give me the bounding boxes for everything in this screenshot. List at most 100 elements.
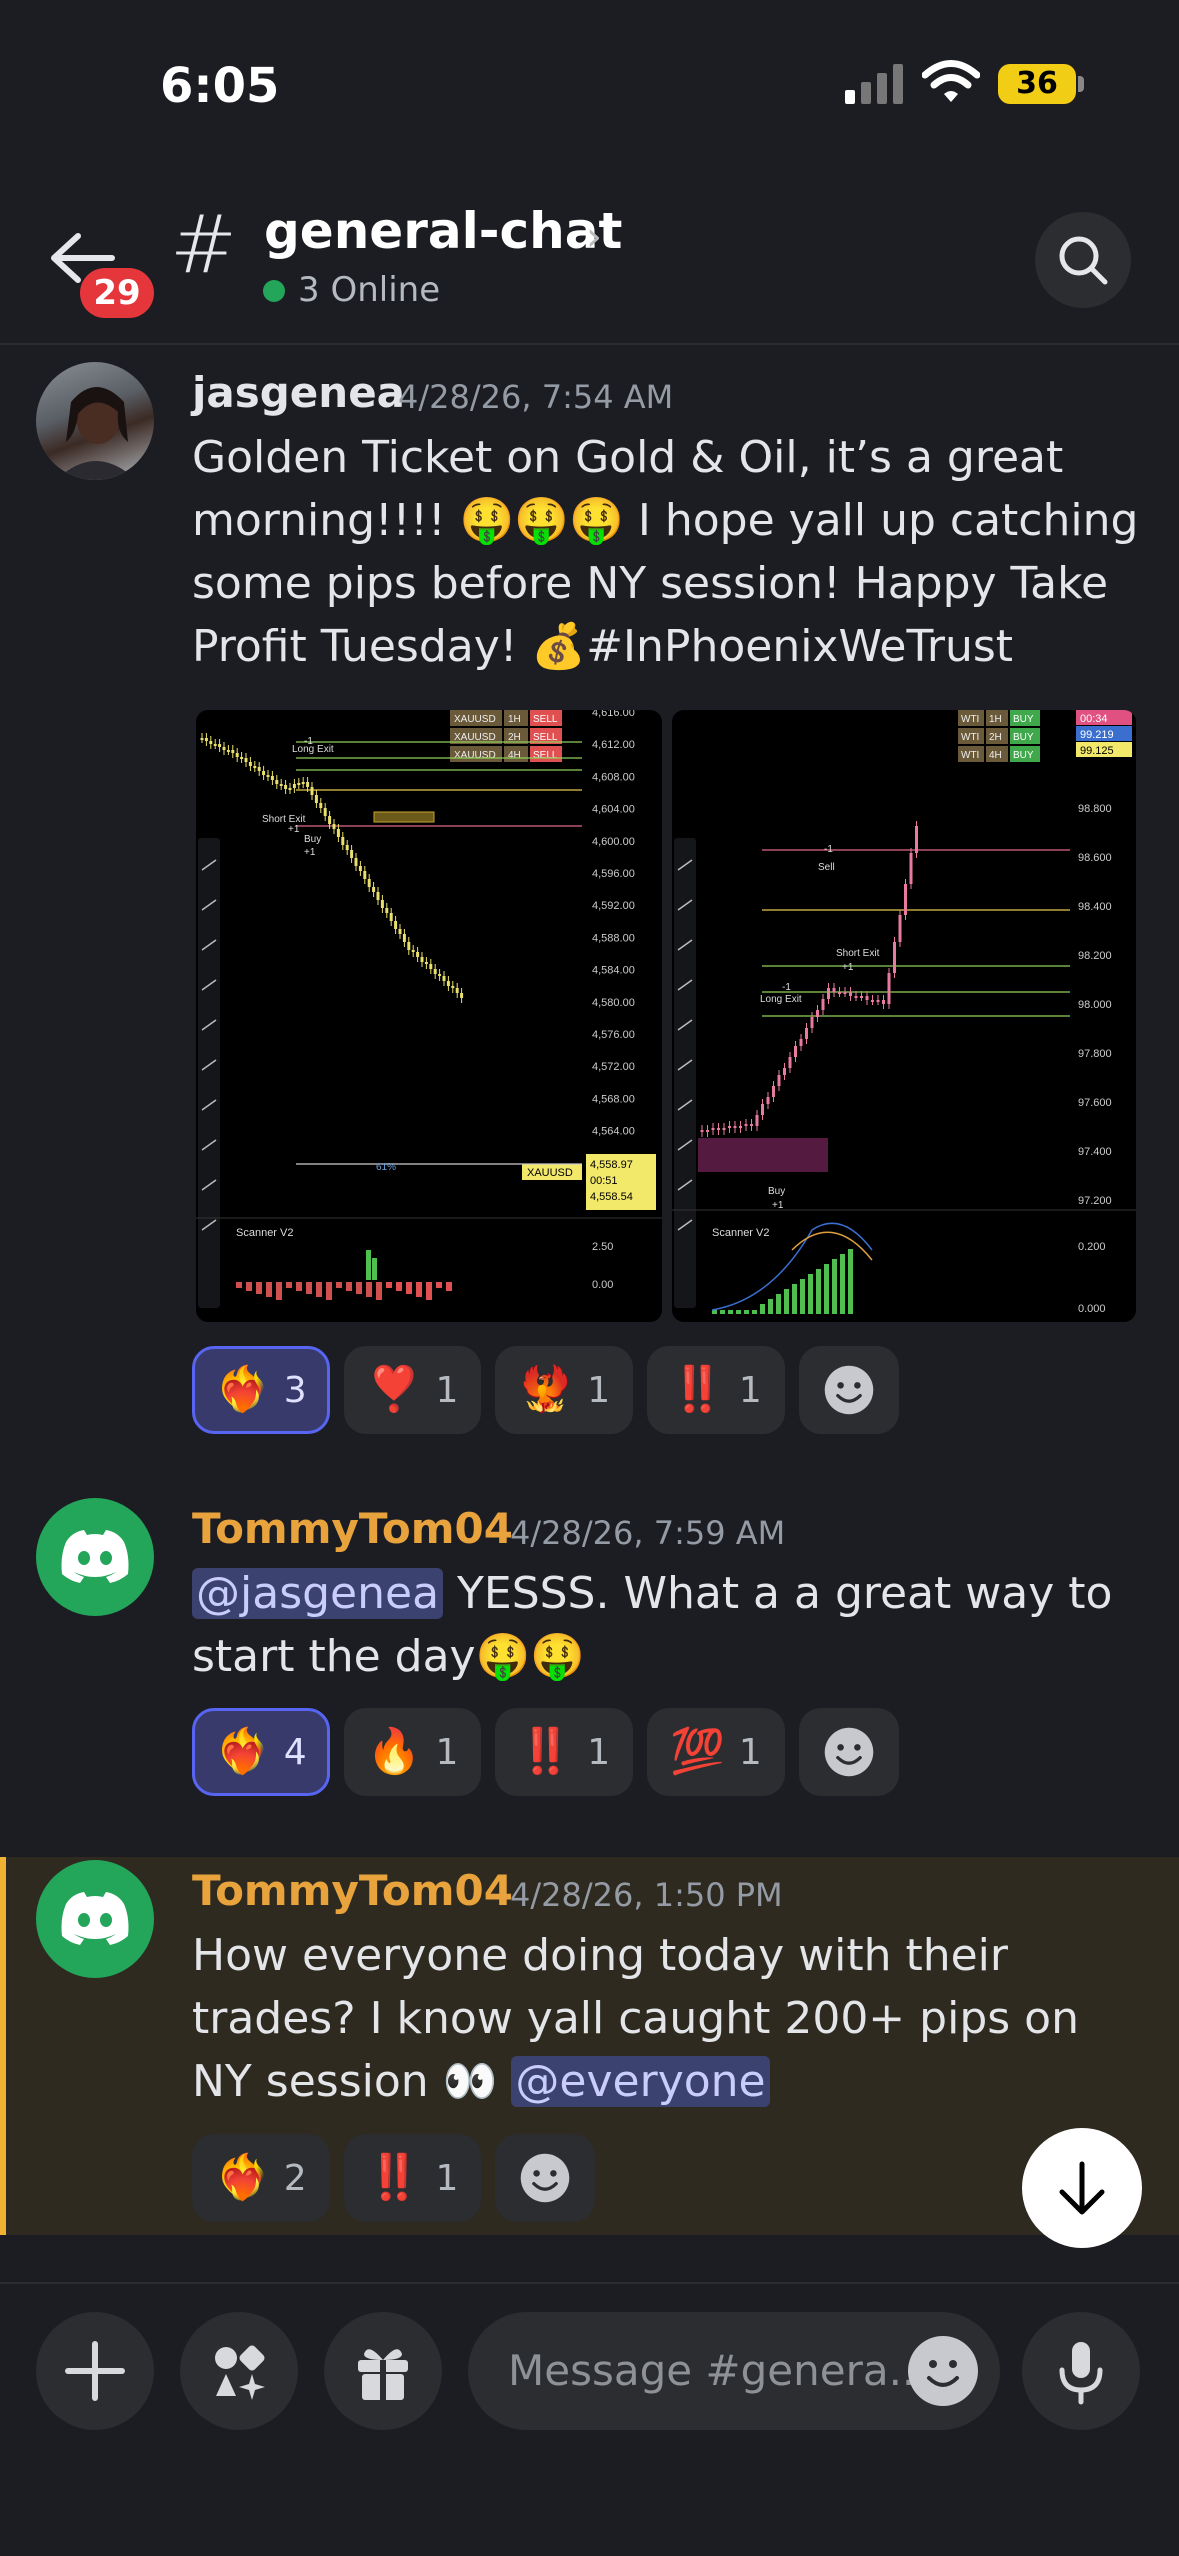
apps-button[interactable] bbox=[180, 2312, 298, 2430]
emoji-picker-button[interactable] bbox=[908, 2336, 978, 2406]
gold-candle bbox=[314, 795, 318, 803]
price-box-label: 00:34 bbox=[1080, 713, 1108, 725]
oil-candle bbox=[777, 1075, 781, 1086]
attachment-image-oil-chart[interactable]: 98.800 98.600 98.400 98.200 98.000 97.800 97.6… bbox=[672, 710, 1136, 1322]
gold-candle bbox=[279, 784, 283, 786]
reaction-chip[interactable]: ❤️‍🔥 3 bbox=[192, 1346, 330, 1434]
add-reaction-icon bbox=[824, 1727, 874, 1777]
signal-timeframe: 2H bbox=[508, 732, 521, 743]
oil-candle bbox=[843, 992, 847, 994]
gold-candle bbox=[328, 816, 332, 824]
avatar-tommytom04[interactable] bbox=[36, 1860, 154, 1978]
message-text: @jasgenea YESSS. What a a great way to s… bbox=[192, 1562, 1152, 1688]
price-tick-label: 4,580.00 bbox=[592, 997, 635, 1009]
reaction-chip[interactable]: ‼️ 1 bbox=[647, 1346, 785, 1434]
price-tick-label: 98.800 bbox=[1078, 803, 1112, 815]
gold-candle bbox=[231, 750, 235, 753]
gold-candle bbox=[306, 782, 310, 787]
search-button[interactable] bbox=[1035, 212, 1131, 308]
oil-candle bbox=[728, 1126, 731, 1128]
gold-candle bbox=[336, 829, 340, 837]
histogram-bar bbox=[256, 1282, 262, 1294]
histogram-bar bbox=[326, 1282, 332, 1300]
jump-to-bottom-button[interactable] bbox=[1022, 2128, 1142, 2248]
histogram-bar bbox=[266, 1282, 272, 1297]
histogram-bar bbox=[736, 1310, 741, 1314]
avatar-jasgenea[interactable] bbox=[36, 362, 154, 480]
price-tick-label: 4,588.00 bbox=[592, 932, 635, 944]
add-reaction-button[interactable] bbox=[495, 2134, 596, 2222]
histogram-bar bbox=[286, 1282, 292, 1288]
oil-candle bbox=[750, 1124, 753, 1126]
reaction-bar: ❤️‍🔥 2 ‼️ 1 bbox=[192, 2134, 596, 2224]
oil-candle bbox=[733, 1126, 737, 1128]
histogram-bar bbox=[840, 1254, 845, 1314]
scanner-tick-label: 2.50 bbox=[592, 1241, 613, 1253]
user-mention[interactable]: @jasgenea bbox=[192, 1568, 444, 1619]
reaction-chip[interactable]: ❣️ 1 bbox=[343, 1346, 482, 1434]
histogram-bar bbox=[768, 1299, 773, 1314]
oil-candle bbox=[849, 992, 852, 996]
message-author[interactable]: jasgenea bbox=[192, 368, 405, 417]
avatar-tommytom04[interactable] bbox=[36, 1498, 154, 1616]
price-tick-label: 98.200 bbox=[1078, 950, 1112, 962]
gift-button[interactable] bbox=[324, 2312, 442, 2430]
cellular-signal-icon bbox=[845, 64, 903, 104]
histogram-bar bbox=[784, 1289, 789, 1314]
price-tick-label: 97.800 bbox=[1078, 1048, 1112, 1060]
microphone-icon bbox=[1059, 2342, 1103, 2405]
gold-candle bbox=[301, 782, 305, 784]
histogram-bar bbox=[824, 1264, 829, 1314]
gold-candle bbox=[372, 887, 376, 892]
voice-message-button[interactable] bbox=[1022, 2312, 1140, 2430]
reaction-count: 3 bbox=[283, 1369, 307, 1411]
reaction-count: 1 bbox=[587, 1731, 611, 1773]
attachment-image-gold-chart[interactable]: 4,616.00 4,612.00 4,608.00 4,604.00 4,600.00… bbox=[196, 710, 662, 1322]
price-box-label: 00:51 bbox=[590, 1175, 618, 1187]
price-tick-label: 4,612.00 bbox=[592, 739, 635, 751]
price-tick-label: 97.200 bbox=[1078, 1195, 1112, 1207]
chevron-right-icon[interactable]: › bbox=[586, 214, 602, 260]
channel-title[interactable]: general-chat bbox=[264, 202, 622, 260]
signal-timeframe: 4H bbox=[989, 750, 1002, 761]
price-tick-label: 97.400 bbox=[1078, 1146, 1112, 1158]
gold-candle bbox=[209, 741, 213, 744]
message-timestamp: 4/28/26, 1:50 PM bbox=[510, 1876, 783, 1914]
reaction-chip[interactable]: 🐦‍🔥 1 bbox=[495, 1346, 634, 1434]
reaction-chip[interactable]: ❤️‍🔥 4 bbox=[192, 1708, 330, 1796]
scanner-tick-label: 0.00 bbox=[592, 1279, 613, 1291]
histogram-bar bbox=[808, 1274, 813, 1314]
reaction-emoji: ‼️ bbox=[670, 1364, 725, 1415]
reaction-chip[interactable]: 💯 1 bbox=[647, 1708, 785, 1796]
arrow-down-icon bbox=[1059, 2161, 1105, 2215]
discord-logo-icon bbox=[61, 1892, 129, 1945]
reaction-chip[interactable]: 🔥 1 bbox=[343, 1708, 482, 1796]
reaction-chip[interactable]: ‼️ 1 bbox=[343, 2134, 482, 2222]
scanner-tick-label: 0.200 bbox=[1078, 1241, 1106, 1253]
reaction-emoji: 💯 bbox=[670, 1726, 725, 1777]
online-count: 3 Online bbox=[298, 270, 441, 310]
message-author[interactable]: TommyTom04 bbox=[192, 1866, 513, 1915]
message-author[interactable]: TommyTom04 bbox=[192, 1504, 513, 1553]
add-reaction-button[interactable] bbox=[798, 1708, 899, 1796]
gold-candle bbox=[244, 758, 248, 762]
gold-candle bbox=[385, 908, 389, 913]
histogram-bar bbox=[306, 1282, 312, 1294]
search-icon bbox=[1059, 236, 1108, 285]
gold-candle bbox=[394, 921, 398, 929]
status-bar: 6:05 36 bbox=[0, 0, 1179, 170]
message-input[interactable]: Message #genera.. bbox=[468, 2312, 1000, 2430]
chart-annotation: 61% bbox=[376, 1162, 396, 1173]
histogram-bar bbox=[346, 1282, 352, 1291]
reaction-chip[interactable]: ❤️‍🔥 2 bbox=[192, 2134, 330, 2222]
reaction-chip[interactable]: ‼️ 1 bbox=[495, 1708, 634, 1796]
add-attachment-button[interactable] bbox=[36, 2312, 154, 2430]
unread-badge: 29 bbox=[80, 268, 154, 318]
add-reaction-button[interactable] bbox=[798, 1346, 899, 1434]
everyone-mention[interactable]: @everyone bbox=[511, 2056, 770, 2107]
reaction-count: 1 bbox=[738, 1369, 762, 1411]
histogram-bar bbox=[372, 1258, 377, 1280]
oil-candle bbox=[711, 1128, 715, 1130]
gift-icon bbox=[358, 2349, 408, 2400]
signal-timeframe: 4H bbox=[508, 750, 521, 761]
